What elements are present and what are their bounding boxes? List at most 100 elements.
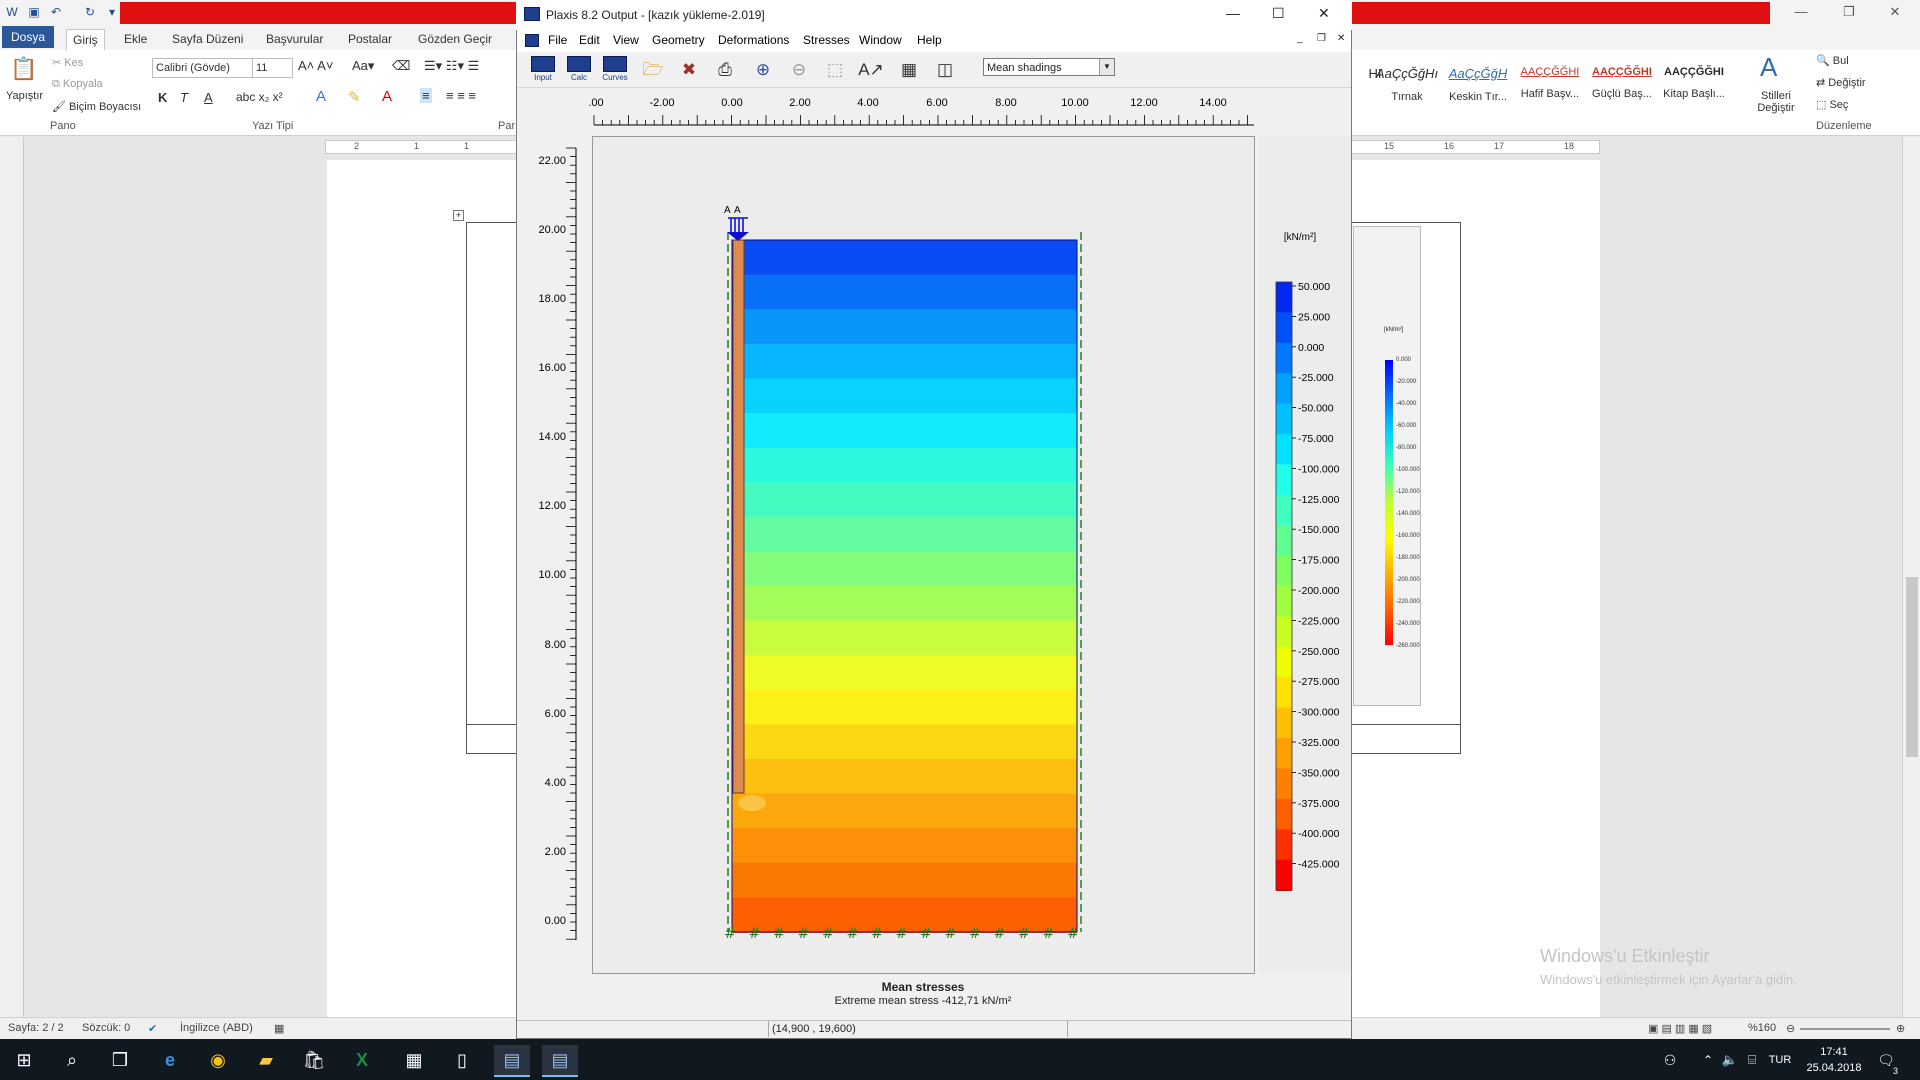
zoom-out-icon[interactable]: ⊖ <box>785 58 813 82</box>
align-left-icon[interactable]: ≡ <box>420 88 432 103</box>
zoom-slider[interactable] <box>1800 1028 1890 1030</box>
task-view-icon[interactable]: ❒ <box>102 1045 138 1075</box>
input-button[interactable]: Input <box>527 54 559 86</box>
menu-help[interactable]: Help <box>917 33 942 47</box>
search-icon[interactable]: ⌕ <box>54 1045 90 1075</box>
selection-icon[interactable]: ⬚ <box>821 58 849 82</box>
underline-button[interactable]: A <box>204 90 213 105</box>
copy-button[interactable]: ⧉ Kopyala <box>52 78 103 91</box>
view-type-select[interactable]: Mean shadings <box>983 58 1115 76</box>
scrollbar-thumb[interactable] <box>1906 577 1918 757</box>
store-icon[interactable]: 🛍 <box>296 1045 332 1075</box>
print-icon[interactable]: ⎙ <box>711 58 739 82</box>
menu-edit[interactable]: Edit <box>579 33 600 47</box>
italic-button[interactable]: T <box>180 90 188 105</box>
highlight-icon[interactable]: ✎ <box>348 88 361 106</box>
document-icon[interactable] <box>525 34 539 47</box>
select-button[interactable]: ⬚ Seç <box>1816 98 1848 111</box>
table-icon[interactable]: ▦ <box>895 58 923 82</box>
excel-icon[interactable]: X <box>344 1045 380 1075</box>
find-button[interactable]: 🔍 Bul <box>1816 54 1849 67</box>
menu-deformations[interactable]: Deformations <box>718 33 789 47</box>
windows-start-icon[interactable]: ⊞ <box>6 1045 42 1075</box>
grow-font-icon[interactable]: A˄ A˅ <box>298 58 333 73</box>
style-kitap-basligi[interactable]: AAÇÇĞĞHI Kitap Başlı... <box>1659 58 1729 110</box>
curves-button[interactable]: Curves <box>599 54 631 86</box>
open-folder-icon[interactable]: 🗁 <box>639 58 667 82</box>
tab-sayfa-duzeni[interactable]: Sayfa Düzeni <box>166 29 249 49</box>
change-styles-button[interactable]: Stilleri Değiştir <box>1754 90 1798 114</box>
plaxis-maximize-icon[interactable]: ☐ <box>1272 5 1285 22</box>
word-restore-icon[interactable]: ❐ <box>1834 4 1864 22</box>
save-icon[interactable]: ▣ <box>26 4 42 20</box>
table-move-handle-icon[interactable]: + <box>453 210 464 221</box>
style-guclu-basvuru[interactable]: AAÇÇĞĞHI Güçlü Baş... <box>1587 58 1657 110</box>
plaxis-output-taskbar-icon[interactable]: ▤ <box>542 1045 578 1077</box>
cut-button[interactable]: ✂ Kes <box>52 56 83 69</box>
calculator-icon[interactable]: ▦ <box>396 1045 432 1075</box>
cross-section-icon[interactable]: ◫ <box>931 58 959 82</box>
style-keskin-tirnak[interactable]: AaÇçĞğH Keskin Tır... <box>1443 58 1513 110</box>
input-language[interactable]: TUR <box>1762 1045 1798 1075</box>
child-close-icon[interactable]: ✕ <box>1337 33 1345 44</box>
child-restore-icon[interactable]: ❐ <box>1317 33 1326 44</box>
label-text-icon[interactable]: A↗ <box>857 58 885 82</box>
tab-ekle[interactable]: Ekle <box>118 29 153 49</box>
tab-dosya[interactable]: Dosya <box>2 26 54 48</box>
view-layout-icons[interactable]: ▣ ▤ ▥ ▦ ▧ <box>1648 1022 1712 1035</box>
replace-button[interactable]: ⇄ Değiştir <box>1816 76 1866 89</box>
file-explorer-icon[interactable]: ▰ <box>248 1045 284 1075</box>
chrome-icon[interactable]: ◉ <box>200 1045 236 1075</box>
bullets-icon[interactable]: ☰▾ ☷▾ ☰ <box>424 58 479 74</box>
text-effects-icon[interactable]: A <box>316 88 326 105</box>
notepad-icon[interactable]: ▯ <box>444 1045 480 1075</box>
menu-stresses[interactable]: Stresses <box>803 33 850 47</box>
proofing-icon[interactable]: ✔ <box>148 1022 157 1035</box>
people-icon[interactable]: ⚇ <box>1652 1045 1688 1075</box>
font-size-select[interactable]: 11 <box>252 58 293 78</box>
word-vertical-scrollbar[interactable] <box>1902 137 1920 1017</box>
font-name-select[interactable]: Calibri (Gövde) <box>152 58 253 78</box>
tab-giris[interactable]: Giriş <box>66 29 105 50</box>
menu-view[interactable]: View <box>613 33 639 47</box>
menu-file[interactable]: File <box>548 33 567 47</box>
strikethrough-icon[interactable]: abc x₂ x² <box>236 90 283 104</box>
clear-format-icon[interactable]: ⌫ <box>392 58 410 74</box>
word-minimize-icon[interactable]: — <box>1786 4 1816 22</box>
undo-icon[interactable]: ↶ <box>48 4 64 20</box>
font-color-icon[interactable]: A <box>382 88 392 105</box>
zoom-in-icon[interactable]: ⊕ <box>749 58 777 82</box>
style-tirnak[interactable]: AaÇçĞğHı Tırnak <box>1372 58 1442 110</box>
menu-geometry[interactable]: Geometry <box>652 33 705 47</box>
tab-gozden-gecir[interactable]: Gözden Geçir <box>412 29 498 49</box>
customize-quick-access-icon[interactable]: ▾ <box>104 4 120 20</box>
edge-icon[interactable]: e <box>152 1045 188 1075</box>
word-count[interactable]: Sözcük: 0 <box>82 1022 130 1034</box>
zoom-in-icon[interactable]: ⊕ <box>1896 1022 1905 1035</box>
close-file-icon[interactable]: ✖ <box>675 58 703 82</box>
bold-button[interactable]: K <box>158 90 167 105</box>
format-painter-button[interactable]: 🖌 Biçim Boyacısı <box>52 100 141 113</box>
calc-button[interactable]: Calc <box>563 54 595 86</box>
notification-icon[interactable]: 🗨 <box>1868 1045 1904 1075</box>
align-center-icon[interactable]: ≡ ≡ ≡ <box>446 88 476 103</box>
paste-button[interactable]: Yapıştır <box>6 90 43 102</box>
plaxis-minimize-icon[interactable]: — <box>1226 5 1240 21</box>
redo-icon[interactable]: ↻ <box>82 4 98 20</box>
chevron-down-icon[interactable]: ▼ <box>1099 59 1114 75</box>
macro-icon[interactable]: ▦ <box>274 1022 284 1035</box>
tab-basvurular[interactable]: Başvurular <box>260 29 329 49</box>
plaxis-input-taskbar-icon[interactable]: ▤ <box>494 1045 530 1077</box>
tab-postalar[interactable]: Postalar <box>342 29 398 49</box>
child-minimize-icon[interactable]: _ <box>1297 33 1303 44</box>
zoom-level[interactable]: %160 <box>1748 1022 1776 1034</box>
zoom-out-icon[interactable]: ⊖ <box>1786 1022 1795 1035</box>
word-close-icon[interactable]: ✕ <box>1880 4 1910 22</box>
language-indicator[interactable]: İngilizce (ABD) <box>180 1022 253 1034</box>
clock[interactable]: 17:41 25.04.2018 <box>1806 1044 1862 1076</box>
plaxis-close-icon[interactable]: ✕ <box>1318 5 1330 22</box>
change-case-icon[interactable]: Aa▾ <box>352 58 374 74</box>
menu-window[interactable]: Window <box>859 33 902 47</box>
style-hafif-basvuru[interactable]: AAÇÇĞĞHI Hafif Başv... <box>1515 58 1585 110</box>
page-count[interactable]: Sayfa: 2 / 2 <box>8 1022 64 1034</box>
